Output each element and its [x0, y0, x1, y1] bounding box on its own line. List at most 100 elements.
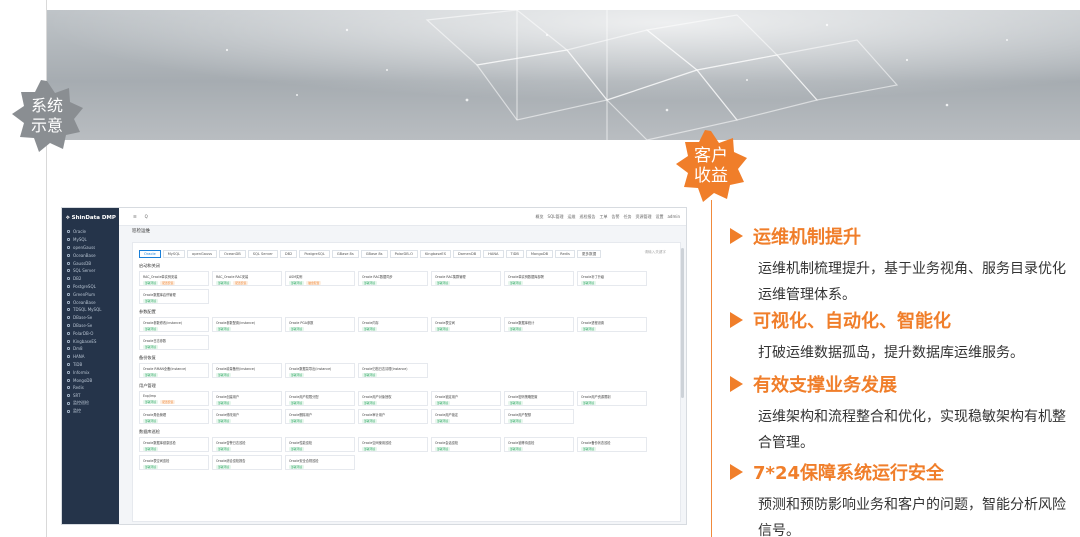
task-card[interactable]: RAC_Oracle单实例安装 部署环境 配置安装: [139, 271, 209, 286]
task-card[interactable]: Oracle RMAN全备(instance) 部署环境: [139, 363, 209, 378]
tab-db-type[interactable]: TiDB: [505, 250, 524, 258]
sidebar-item[interactable]: PolarDB-O: [62, 329, 119, 337]
task-card[interactable]: RAC_Oracle RAC安装 部署环境 配置安装: [212, 271, 282, 286]
task-card[interactable]: Oracle RAC数据同步 部署环境: [358, 271, 428, 286]
task-card[interactable]: Oracle用户锁定 部署环境: [431, 409, 501, 424]
task-card[interactable]: Oracle修改用户 部署环境: [212, 409, 282, 424]
sidebar-item[interactable]: GaussDB: [62, 259, 119, 267]
sidebar-item[interactable]: PostgreSQL: [62, 283, 119, 291]
task-card[interactable]: Oracle性能巡检 部署环境: [285, 437, 355, 452]
sidebar-item[interactable]: Redis: [62, 384, 119, 392]
sidebar-item[interactable]: HANA: [62, 353, 119, 361]
task-card-title: Oracle用户权限分配: [289, 395, 319, 399]
task-card[interactable]: Oracle单实例数据库部署 部署环境: [504, 271, 574, 286]
sidebar-item[interactable]: TDSQL MySQL: [62, 306, 119, 314]
sidebar-item[interactable]: TiDB: [62, 361, 119, 369]
scrollbar[interactable]: [681, 248, 684, 398]
task-card[interactable]: Oracle创建用户 部署环境: [212, 391, 282, 406]
tab-db-type[interactable]: OceanDB: [219, 250, 246, 258]
task-card[interactable]: Oracle数据泵导出(instance) 部署环境: [285, 363, 355, 378]
task-card[interactable]: Oracle综合巡检报告 部署环境: [212, 455, 282, 470]
tab-db-type[interactable]: Redis: [555, 250, 575, 258]
task-card[interactable]: Oracle内存 部署环境: [358, 317, 428, 332]
sidebar-item[interactable]: SQL Server: [62, 267, 119, 275]
tab-db-type[interactable]: KingbaseES: [419, 250, 451, 258]
sidebar-item[interactable]: DB2: [62, 275, 119, 283]
task-card[interactable]: Oracle锁定用户 部署环境: [431, 391, 501, 406]
task-card[interactable]: Oracle删除用户 部署环境: [285, 409, 355, 424]
tab-db-type[interactable]: Oracle: [139, 250, 161, 258]
search-icon[interactable]: Q: [145, 214, 148, 219]
header-link[interactable]: 设置: [655, 214, 663, 220]
task-card[interactable]: Oracle参数配置(instance) 部署环境: [212, 317, 282, 332]
tab-db-type[interactable]: PostgreSQL: [299, 250, 330, 258]
sidebar-item[interactable]: Informix: [62, 368, 119, 376]
header-link[interactable]: 告警: [611, 214, 619, 220]
task-card[interactable]: Oracle表空间 部署环境: [431, 317, 501, 332]
task-card[interactable]: Oracle密码策略配置 部署环境: [504, 391, 574, 406]
tab-db-type[interactable]: MongoDB: [525, 250, 554, 258]
task-card[interactable]: Oracle参数修改(instance) 部署环境: [139, 317, 209, 332]
task-card[interactable]: Oracle用户对象授权 部署环境: [358, 391, 428, 406]
task-card[interactable]: Oracle会话巡检 部署环境: [431, 437, 501, 452]
tab-db-type[interactable]: openGauss: [187, 250, 218, 258]
tab-db-type[interactable]: SQL Server: [247, 250, 278, 258]
header-link[interactable]: 概览: [536, 214, 544, 220]
benefit-item: 运维机制提升 运维机制梳理提升，基于业务视角、服务目录优化运维管理体系。: [730, 224, 1075, 308]
sidebar-item[interactable]: Dm8: [62, 345, 119, 353]
sidebar-item[interactable]: OceanBase: [62, 251, 119, 259]
task-card[interactable]: Exp/Imp 部署环境 配置安装: [139, 391, 209, 406]
tab-db-type[interactable]: HANA: [483, 250, 504, 258]
sidebar-item[interactable]: 监控: [62, 407, 119, 415]
task-card[interactable]: Oracle补丁升级 部署环境: [577, 271, 647, 286]
task-card[interactable]: ASM实例 部署环境 磁盘配置: [285, 271, 355, 286]
sidebar-item[interactable]: 监控巡检: [62, 400, 119, 408]
tab-db-type[interactable]: GBase 8s: [331, 250, 359, 258]
sidebar-item[interactable]: MySQL: [62, 236, 119, 244]
sidebar-item[interactable]: SRT: [62, 392, 119, 400]
task-card[interactable]: Oracle归档日志清理(instance) 部署环境: [358, 363, 428, 378]
tab-db-type[interactable]: DB2: [279, 250, 298, 258]
header-link[interactable]: 任务: [623, 214, 631, 220]
header-link[interactable]: 工单: [599, 214, 607, 220]
task-card[interactable]: Oracle安全合规巡检 部署环境: [285, 455, 355, 470]
task-card[interactable]: Oracle用户配额 部署环境: [504, 409, 574, 424]
task-card[interactable]: Oracle数据库统计 部署环境: [504, 317, 574, 332]
sidebar-item[interactable]: openGauss: [62, 244, 119, 252]
task-card[interactable]: Oracle告警日志巡检 部署环境: [212, 437, 282, 452]
panel-search-input[interactable]: 请输入关键字: [644, 250, 666, 255]
task-card[interactable]: Oracle用户权限分配 部署环境: [285, 391, 355, 406]
task-card[interactable]: Oracle数据库启停管理 部署环境: [139, 289, 209, 304]
sidebar-item[interactable]: DBase-Se: [62, 322, 119, 330]
task-card[interactable]: Oracle表空间巡检 部署环境: [139, 455, 209, 470]
header-link[interactable]: 巡检报告: [579, 214, 595, 220]
task-card[interactable]: Oracle增量备份(instance) 部署环境: [212, 363, 282, 378]
sidebar-item[interactable]: MongoDB: [62, 376, 119, 384]
tab-db-type[interactable]: PolarDB-O: [389, 250, 418, 258]
tab-db-type[interactable]: 更多数据: [576, 250, 602, 258]
header-link[interactable]: 资源管理: [635, 214, 651, 220]
task-card[interactable]: Oracle用户资源限制 部署环境: [577, 391, 647, 406]
tab-db-type[interactable]: DamenDB: [452, 250, 482, 258]
task-card[interactable]: Oracle空间使用巡检 部署环境: [358, 437, 428, 452]
tab-db-type[interactable]: GBase 8s: [360, 250, 388, 258]
tab-db-type[interactable]: MySQL: [162, 250, 186, 258]
task-card[interactable]: Oracle锁等待巡检 部署环境: [504, 437, 574, 452]
sidebar-item[interactable]: DBase-Se: [62, 314, 119, 322]
header-link[interactable]: admin: [667, 214, 680, 220]
task-card[interactable]: Oracle审计用户 部署环境: [358, 409, 428, 424]
task-card[interactable]: Oracle角色管理 部署环境: [139, 409, 209, 424]
sidebar-item[interactable]: GreenPlum: [62, 290, 119, 298]
task-card[interactable]: Oracle RAC集群管理 部署环境: [431, 271, 501, 286]
menu-icon[interactable]: ☰: [133, 214, 137, 219]
task-card[interactable]: Oracle进程设置 部署环境: [577, 317, 647, 332]
sidebar-item[interactable]: Oracle: [62, 228, 119, 236]
task-card[interactable]: Oracle日志参数 部署环境: [139, 335, 209, 350]
header-link[interactable]: SQL管理: [548, 214, 564, 220]
header-link[interactable]: 运维: [567, 214, 575, 220]
sidebar-item[interactable]: KingbaseES: [62, 337, 119, 345]
task-card[interactable]: Oracle数据库健康巡检 部署环境: [139, 437, 209, 452]
task-card[interactable]: Oracle PGA参数 部署环境: [285, 317, 355, 332]
task-card[interactable]: Oracle备份状态巡检 部署环境: [577, 437, 647, 452]
sidebar-item[interactable]: OceanBase: [62, 298, 119, 306]
